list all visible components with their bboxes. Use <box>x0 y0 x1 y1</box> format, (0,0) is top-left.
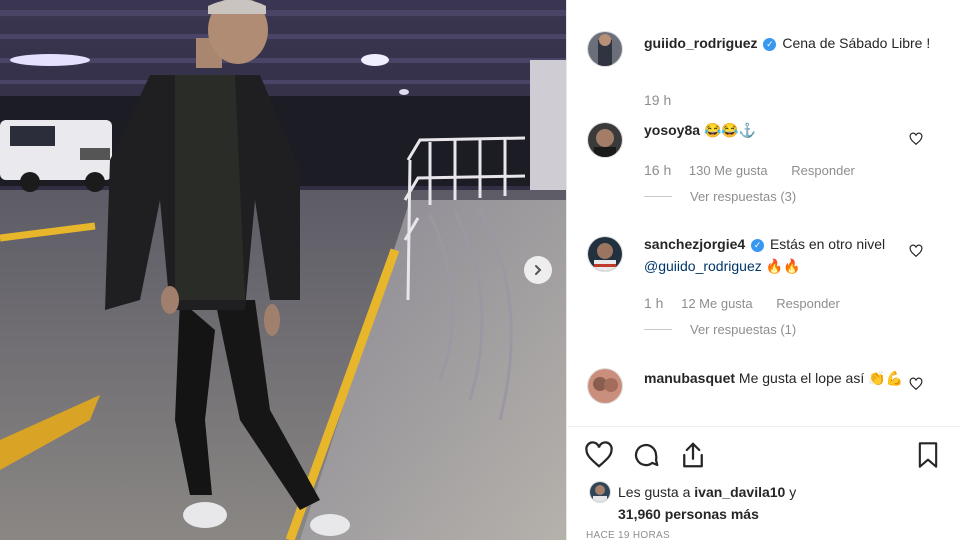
replies-divider <box>644 196 672 197</box>
comment-like-heart-icon[interactable] <box>909 377 923 391</box>
comment-text: 😂😂⚓ <box>703 122 757 138</box>
likes-summary: Les gusta a ivan_davila10 y 31,960 perso… <box>618 481 796 525</box>
mention-link[interactable]: @guiido_rodriguez <box>644 258 762 274</box>
avatar-yosoy8a[interactable] <box>587 122 623 158</box>
avatar-ivan_davila10[interactable] <box>589 481 611 503</box>
view-replies-label: Ver respuestas (1) <box>690 322 797 337</box>
view-replies-label: Ver respuestas (3) <box>690 189 797 204</box>
sanchezjorgie4-avatar-image <box>588 237 622 271</box>
comment-meta: 16 h 130 Me gusta Responder <box>644 162 855 178</box>
caption-text: Cena de Sábado Libre ! <box>782 35 931 51</box>
ivan-avatar-image <box>590 482 610 502</box>
likes-count-link[interactable]: 31,960 personas más <box>618 506 759 522</box>
comment-text: Estás en otro nivel <box>769 236 886 252</box>
comment-username[interactable]: yosoy8a <box>644 122 700 138</box>
post-timestamp: HACE 19 HORAS <box>586 530 670 541</box>
actions-divider <box>566 426 960 427</box>
yosoy8a-avatar-image <box>588 123 622 157</box>
comment-like-heart-icon[interactable] <box>909 132 923 146</box>
verified-icon: ✓ <box>751 239 765 252</box>
view-replies-button[interactable]: Ver respuestas (3) <box>644 189 796 204</box>
comment-time: 16 h <box>644 162 672 178</box>
comment-manubasquet: manubasquet Me gusta el lope así 👏💪 <box>644 367 904 389</box>
share-icon[interactable] <box>678 440 708 470</box>
avatar-author[interactable] <box>587 31 623 67</box>
verified-icon: ✓ <box>763 38 777 51</box>
comment-likes[interactable]: 130 Me gusta <box>689 163 768 178</box>
caption: guiido_rodriguez ✓ Cena de Sábado Libre … <box>644 32 934 54</box>
like-heart-icon[interactable] <box>584 440 614 470</box>
comment-time: 1 h <box>644 295 664 311</box>
likes-user-link[interactable]: ivan_davila10 <box>694 484 785 500</box>
post-photo[interactable] <box>0 0 566 540</box>
caption-username[interactable]: guiido_rodriguez <box>644 35 758 51</box>
author-avatar-image <box>588 32 622 66</box>
manubasquet-avatar-image <box>588 369 622 403</box>
likes-prefix: Les gusta a <box>618 484 695 500</box>
comment-username[interactable]: sanchezjorgie4 <box>644 236 745 252</box>
comment-sanchezjorgie4: sanchezjorgie4 ✓ Estás en otro nivel @gu… <box>644 233 934 277</box>
photo-scene <box>0 0 566 540</box>
comment-meta: 1 h 12 Me gusta Responder <box>644 295 840 311</box>
comment-yosoy8a: yosoy8a 😂😂⚓ <box>644 119 756 141</box>
comment-text-suffix: 🔥🔥 <box>761 258 801 274</box>
replies-divider <box>644 329 672 330</box>
comment-text: Me gusta el lope así 👏💪 <box>738 370 903 386</box>
bookmark-icon[interactable] <box>914 440 942 470</box>
avatar-manubasquet[interactable] <box>587 368 623 404</box>
view-replies-button[interactable]: Ver respuestas (1) <box>644 322 796 337</box>
avatar-sanchezjorgie4[interactable] <box>587 236 623 272</box>
comment-likes[interactable]: 12 Me gusta <box>681 296 753 311</box>
caption-time: 19 h <box>644 92 672 108</box>
next-photo-button[interactable] <box>524 256 552 284</box>
comment-username[interactable]: manubasquet <box>644 370 735 386</box>
likes-connector: y <box>785 484 797 500</box>
reply-button[interactable]: Responder <box>776 296 840 311</box>
chevron-right-icon <box>535 265 542 275</box>
comment-bubble-icon[interactable] <box>631 440 661 470</box>
comment-like-heart-icon[interactable] <box>909 244 923 258</box>
reply-button[interactable]: Responder <box>791 163 855 178</box>
